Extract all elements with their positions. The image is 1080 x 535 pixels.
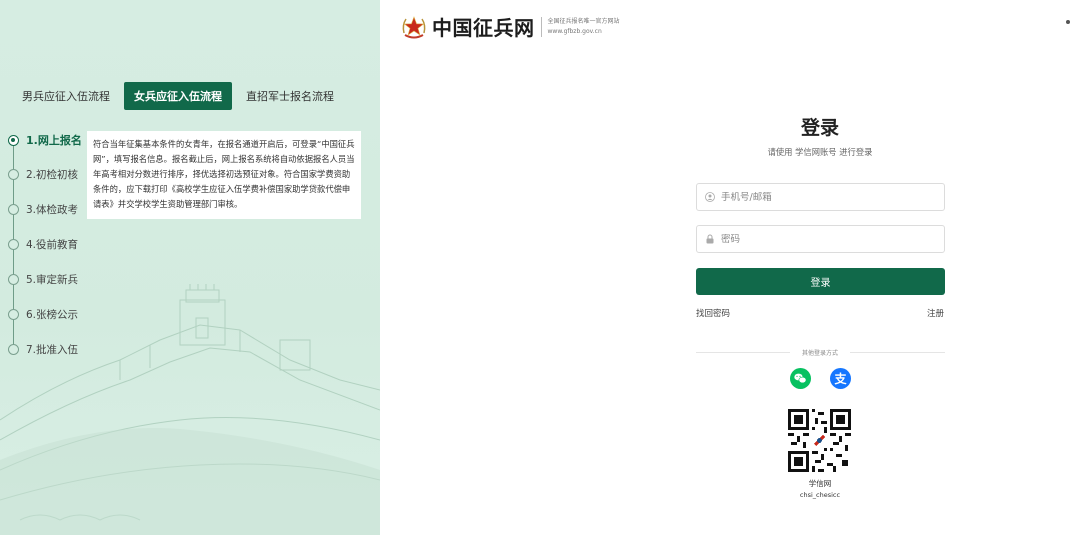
step-label: 2.初检初核: [26, 169, 79, 181]
page-root: 男兵应征入伍流程 女兵应征入伍流程 直招军士报名流程 1.网上报名 2.初检初核…: [0, 0, 1080, 535]
login-submit-button[interactable]: 登录: [696, 268, 945, 295]
step-dot-icon: [8, 204, 19, 215]
wechat-login-button[interactable]: [790, 368, 811, 389]
logo-subtitle-block: 全国征兵报名唯一官方网站 www.gfbzb.gov.cn: [548, 17, 620, 37]
other-login-label: 其他登录方式: [790, 348, 850, 357]
step-label: 6.张榜公示: [26, 309, 79, 321]
step-enlistment-approval[interactable]: 7.批准入伍: [8, 342, 78, 357]
logo-divider: [540, 16, 542, 37]
step-dot-icon: [8, 169, 19, 180]
alipay-icon: 支: [833, 371, 847, 386]
qr-code-icon[interactable]: [788, 409, 851, 472]
step-label: 5.审定新兵: [26, 274, 79, 286]
register-link[interactable]: 注册: [927, 307, 944, 319]
step-dot-icon: [8, 274, 19, 285]
step-dot-icon: [8, 239, 19, 250]
step-label: 3.体检政考: [26, 204, 79, 216]
username-input[interactable]: [721, 191, 921, 203]
step-approve-recruits[interactable]: 5.审定新兵: [8, 272, 78, 287]
step-dot-icon: [8, 134, 19, 146]
site-logo[interactable]: 中国征兵网 全国征兵报名唯一官方网站 www.gfbzb.gov.cn: [400, 12, 620, 41]
lock-icon: [706, 234, 714, 244]
qr-account-id: chsi_chesicc: [799, 491, 841, 499]
step-physical-exam[interactable]: 3.体检政考: [8, 202, 78, 217]
step-label: 1.网上报名: [26, 134, 82, 147]
step-label: 7.批准入伍: [26, 344, 79, 356]
user-icon: [705, 192, 715, 202]
tab-female-process[interactable]: 女兵应征入伍流程: [124, 82, 232, 110]
password-field[interactable]: [696, 225, 945, 253]
step-public-notice[interactable]: 6.张榜公示: [8, 307, 78, 322]
step-description: 符合当年征集基本条件的女青年，在报名通道开启后，可登录“中国征兵网”，填写报名信…: [87, 131, 361, 219]
step-label: 4.役前教育: [26, 239, 79, 251]
process-tabs: 男兵应征入伍流程 女兵应征入伍流程 直招军士报名流程: [14, 82, 342, 110]
login-title: 登录: [800, 117, 839, 139]
army-star-emblem-icon: [402, 15, 426, 38]
great-wall-illustration: [0, 284, 380, 535]
process-panel: 男兵应征入伍流程 女兵应征入伍流程 直招军士报名流程 1.网上报名 2.初检初核…: [0, 0, 380, 535]
step-dot-icon: [8, 344, 19, 355]
site-subtitle: 全国征兵报名唯一官方网站: [547, 17, 620, 25]
step-pre-service-education[interactable]: 4.役前教育: [8, 237, 78, 252]
step-online-registration[interactable]: 1.网上报名: [8, 132, 82, 148]
step-initial-check[interactable]: 2.初检初核: [8, 167, 78, 182]
site-url: www.gfbzb.gov.cn: [547, 27, 602, 35]
svg-text:支: 支: [833, 371, 847, 386]
login-subtitle: 请使用 学信网账号 进行登录: [767, 147, 873, 157]
password-input[interactable]: [721, 233, 921, 245]
alipay-login-button[interactable]: 支: [830, 368, 851, 389]
tab-nco-process[interactable]: 直招军士报名流程: [238, 82, 342, 110]
tab-male-process[interactable]: 男兵应征入伍流程: [14, 82, 118, 110]
site-title: 中国征兵网: [432, 16, 535, 40]
wechat-icon: [794, 373, 807, 384]
forgot-password-link[interactable]: 找回密码: [696, 307, 730, 319]
username-field[interactable]: [696, 183, 945, 211]
step-dot-icon: [8, 309, 19, 320]
header-dot-icon: [1066, 20, 1070, 24]
qr-account-name: 学信网: [808, 479, 832, 488]
